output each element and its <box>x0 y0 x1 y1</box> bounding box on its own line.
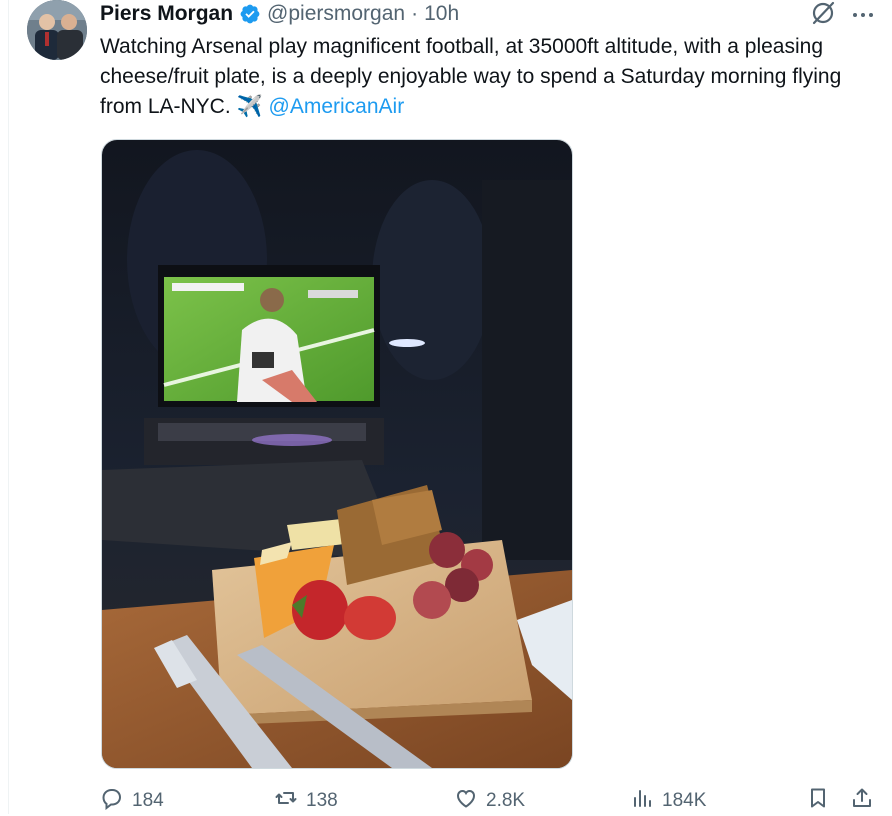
action-bar: 184 138 2.8K 184K <box>100 786 890 816</box>
tweet-text: Watching Arsenal play magnificent footba… <box>100 32 870 122</box>
author-name[interactable]: Piers Morgan <box>100 2 233 26</box>
share-button[interactable] <box>850 786 874 816</box>
like-count: 2.8K <box>486 790 526 811</box>
separator-dot: · <box>411 2 419 25</box>
views-icon <box>630 786 654 816</box>
timestamp[interactable]: 10h <box>424 2 459 26</box>
tweet-photo[interactable] <box>101 139 573 769</box>
timeline-divider <box>8 0 9 814</box>
reply-icon <box>100 786 124 816</box>
retweet-count: 138 <box>306 790 338 811</box>
avatar[interactable] <box>27 0 87 60</box>
retweet-button[interactable]: 138 <box>274 786 338 816</box>
tweet[interactable]: Piers Morgan @piersmorgan · 10h Watching… <box>0 0 892 814</box>
like-icon <box>454 786 478 816</box>
grok-icon[interactable] <box>810 0 836 26</box>
verified-badge-icon <box>239 3 261 25</box>
author-handle[interactable]: @piersmorgan <box>267 2 405 26</box>
like-button[interactable]: 2.8K <box>454 786 525 816</box>
reply-count: 184 <box>132 790 164 811</box>
mention-link[interactable]: @AmericanAir <box>269 95 405 118</box>
tweet-header: Piers Morgan @piersmorgan · 10h <box>100 0 459 28</box>
more-icon[interactable] <box>850 2 876 28</box>
bookmark-button[interactable] <box>806 786 830 816</box>
bookmark-icon <box>806 786 830 816</box>
share-icon <box>850 786 874 816</box>
retweet-icon <box>274 786 298 816</box>
view-count: 184K <box>662 790 707 811</box>
tweet-text-body: Watching Arsenal play magnificent footba… <box>100 35 842 118</box>
reply-button[interactable]: 184 <box>100 786 164 816</box>
views-button[interactable]: 184K <box>630 786 706 816</box>
